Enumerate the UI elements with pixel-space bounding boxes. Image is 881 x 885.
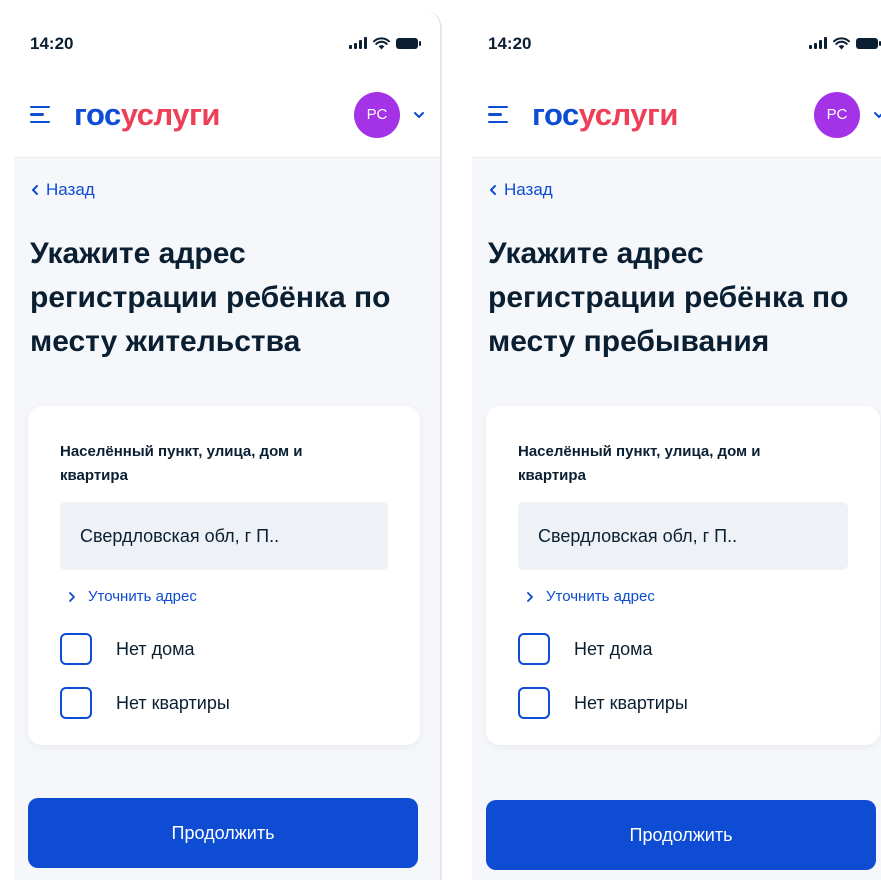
- no-apartment-checkbox[interactable]: [518, 687, 550, 719]
- clarify-address-link[interactable]: Уточнить адрес: [60, 588, 197, 605]
- no-house-label: Нет дома: [574, 638, 653, 659]
- address-form-card: Населённый пункт, улица, дом и квартира …: [28, 406, 420, 745]
- status-time: 14:20: [30, 34, 74, 53]
- battery-icon: [396, 37, 421, 49]
- address-input[interactable]: Свердловская обл, г П..: [518, 502, 848, 570]
- address-input[interactable]: Свердловская обл, г П..: [60, 502, 388, 570]
- clarify-address-label: Уточнить адрес: [546, 588, 655, 605]
- no-apartment-checkbox[interactable]: [60, 687, 92, 719]
- battery-icon: [856, 37, 881, 49]
- logo-part-uslugi: услуги: [120, 97, 221, 132]
- status-bar: 14:20: [14, 10, 440, 72]
- phone-screen-right: 14:20 госуслуги РС Назад Укажите адрес р…: [472, 10, 881, 880]
- address-field-label: Населённый пункт, улица, дом и квартира: [518, 443, 761, 484]
- back-link[interactable]: Назад: [30, 180, 95, 200]
- app-header: госуслуги РС: [14, 72, 440, 158]
- no-house-option[interactable]: Нет дома: [60, 633, 388, 665]
- wifi-icon: [833, 36, 850, 49]
- logo-part-gos: гос: [532, 97, 579, 132]
- back-label: Назад: [46, 180, 95, 199]
- user-menu: РС: [354, 91, 426, 138]
- no-apartment-option[interactable]: Нет квартиры: [518, 687, 848, 719]
- clarify-address-link[interactable]: Уточнить адрес: [518, 588, 655, 605]
- chevron-left-icon: [32, 185, 38, 195]
- continue-button[interactable]: Продолжить: [486, 800, 876, 870]
- status-icons: [809, 33, 881, 50]
- avatar[interactable]: РС: [814, 91, 860, 138]
- address-form-card: Населённый пункт, улица, дом и квартира …: [486, 406, 880, 745]
- status-bar: 14:20: [472, 10, 881, 72]
- menu-icon[interactable]: [488, 105, 510, 124]
- chevron-right-icon: [527, 591, 533, 602]
- address-input-value: Свердловская обл, г П..: [80, 525, 280, 546]
- cellular-signal-icon: [349, 37, 367, 49]
- user-menu: РС: [814, 91, 881, 138]
- no-apartment-label: Нет квартиры: [574, 692, 688, 713]
- chevron-down-icon[interactable]: [412, 108, 426, 122]
- no-house-label: Нет дома: [116, 638, 195, 659]
- app-header: госуслуги РС: [472, 72, 881, 158]
- gosuslugi-logo[interactable]: госуслуги: [74, 99, 220, 130]
- address-field-label: Населённый пункт, улица, дом и квартира: [60, 443, 303, 484]
- logo-part-uslugi: услуги: [578, 97, 679, 132]
- continue-button[interactable]: Продолжить: [28, 798, 418, 868]
- avatar[interactable]: РС: [354, 91, 400, 138]
- status-time: 14:20: [488, 34, 532, 53]
- no-house-checkbox[interactable]: [60, 633, 92, 665]
- page-title: Укажите адрес регистрации ребёнка по мес…: [30, 237, 391, 358]
- status-icons: [349, 33, 421, 50]
- back-link[interactable]: Назад: [488, 180, 553, 200]
- clarify-address-label: Уточнить адрес: [88, 588, 197, 605]
- no-house-checkbox[interactable]: [518, 633, 550, 665]
- address-input-value: Свердловская обл, г П..: [538, 525, 738, 546]
- chevron-down-icon[interactable]: [872, 108, 881, 122]
- chevron-left-icon: [490, 185, 496, 195]
- gosuslugi-logo[interactable]: госуслуги: [532, 99, 678, 130]
- phone-screen-left: 14:20 госуслуги РС Назад Укажите адрес р…: [14, 10, 442, 880]
- wifi-icon: [373, 36, 390, 49]
- menu-icon[interactable]: [30, 105, 52, 124]
- no-apartment-label: Нет квартиры: [116, 692, 230, 713]
- page-title: Укажите адрес регистрации ребёнка по мес…: [488, 237, 849, 358]
- chevron-right-icon: [69, 591, 75, 602]
- no-apartment-option[interactable]: Нет квартиры: [60, 687, 388, 719]
- back-label: Назад: [504, 180, 553, 199]
- logo-part-gos: гос: [74, 97, 121, 132]
- no-house-option[interactable]: Нет дома: [518, 633, 848, 665]
- cellular-signal-icon: [809, 37, 827, 49]
